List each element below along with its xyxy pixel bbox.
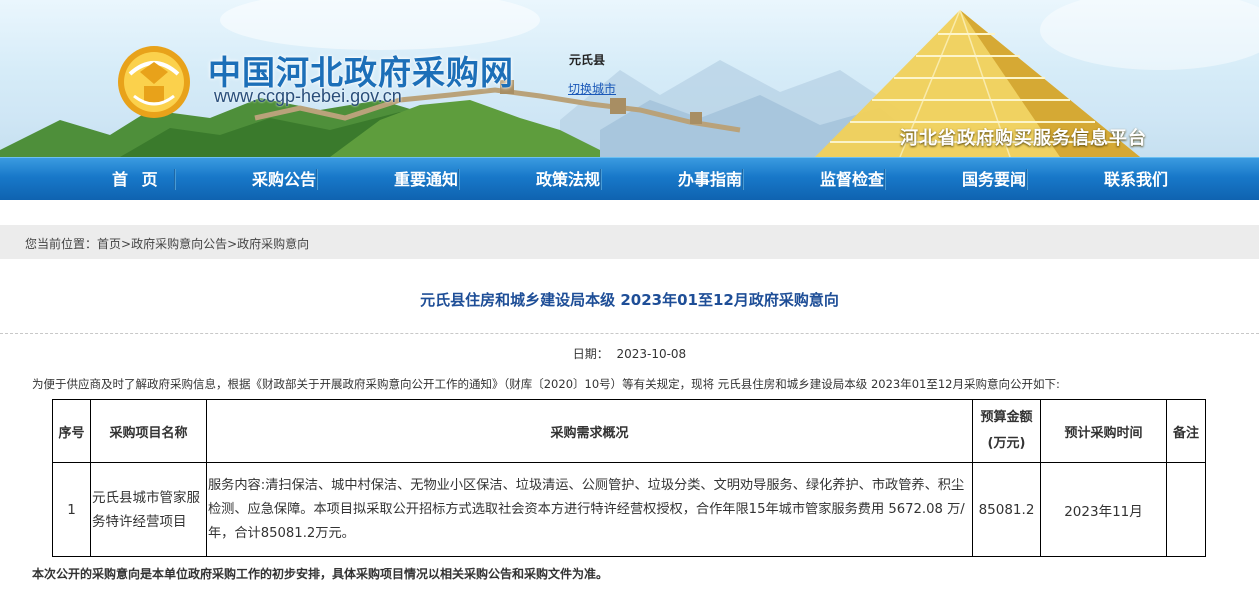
amount-header-line2: (万元) (987, 436, 1026, 451)
nav-item-label: 采购公告 (252, 170, 317, 189)
date-label: 日期： (572, 347, 609, 361)
site-url: www.ccgp-hebei.gov.cn (214, 86, 402, 106)
nav-item-label: 国务要闻 (962, 170, 1027, 189)
amount-header-line1: 预算金额 (980, 410, 1033, 425)
col-header-time: 预计采购时间 (1040, 399, 1167, 463)
nav-item-contact[interactable]: 联系我们 (1098, 158, 1240, 201)
cell-time: 2023年11月 (1040, 462, 1167, 557)
cell-amount: 85081.2 (972, 462, 1041, 557)
procurement-table: 序号 采购项目名称 采购需求概况 预算金额 (万元) 预计采购时间 备注 1 元氏… (52, 399, 1206, 557)
nav-item-label: 监督检查 (820, 170, 885, 189)
nav-divider (174, 169, 176, 190)
breadcrumb: 您当前位置：首页>政府采购意向公告>政府采购意向 (0, 225, 1259, 259)
cell-desc: 服务内容:清扫保洁、城中村保洁、无物业小区保洁、垃圾清运、公厕管护、垃圾分类、文… (206, 462, 973, 557)
article-footnote: 本次公开的采购意向是本单位政府采购工作的初步安排，具体采购项目情况以相关采购公告… (32, 567, 609, 581)
table-header-row: 序号 采购项目名称 采购需求概况 预算金额 (万元) 预计采购时间 备注 (52, 399, 1206, 463)
breadcrumb-level2-link[interactable]: 政府采购意向 (237, 237, 309, 251)
breadcrumb-home-link[interactable]: 首页 (97, 237, 121, 251)
table-row: 1 元氏县城市管家服务特许经营项目 服务内容:清扫保洁、城中村保洁、无物业小区保… (52, 462, 1206, 557)
platform-name: 河北省政府购买服务信息平台 (900, 128, 1147, 149)
breadcrumb-level1-link[interactable]: 政府采购意向公告 (131, 237, 227, 251)
nav-divider (316, 169, 318, 190)
nav-divider (600, 169, 602, 190)
nav-item-label: 政策法规 (536, 170, 601, 189)
cell-note (1166, 462, 1206, 557)
col-header-name: 采购项目名称 (90, 399, 207, 463)
nav-item-label: 联系我们 (1104, 170, 1169, 189)
cell-num: 1 (52, 462, 91, 557)
nav-item-label: 重要通知 (394, 170, 459, 189)
nav-divider (742, 169, 744, 190)
breadcrumb-prefix: 您当前位置： (25, 237, 98, 251)
article-date: 日期： 2023-10-08 (0, 345, 1259, 362)
col-header-num: 序号 (52, 399, 91, 463)
switch-city-link[interactable]: 切换城市 (568, 80, 616, 97)
breadcrumb-separator: > (227, 237, 238, 251)
main-nav: 首 页 采购公告 重要通知 政策法规 办事指南 监督检查 国务要闻 联系我们 (0, 157, 1259, 200)
article-title: 元氏县住房和城乡建设局本级 2023年01至12月政府采购意向 (420, 291, 839, 309)
nav-divider (884, 169, 886, 190)
nav-item-label: 办事指南 (678, 170, 743, 189)
col-header-desc: 采购需求概况 (206, 399, 973, 463)
date-value: 2023-10-08 (616, 347, 687, 361)
cell-name: 元氏县城市管家服务特许经营项目 (90, 462, 207, 557)
title-divider (0, 333, 1259, 334)
emblem-logo-icon (116, 44, 192, 120)
breadcrumb-separator: > (121, 237, 132, 251)
nav-divider (458, 169, 460, 190)
col-header-amount: 预算金额 (万元) (972, 399, 1041, 463)
article-intro: 为便于供应商及时了解政府采购信息，根据《财政部关于开展政府采购意向公开工作的通知… (32, 377, 1060, 391)
county-label: 元氏县 (569, 53, 606, 67)
nav-item-label: 首 页 (112, 170, 162, 189)
header-banner: 中国河北政府采购网 www.ccgp-hebei.gov.cn 元氏县 切换城市… (0, 0, 1259, 157)
nav-divider (1026, 169, 1028, 190)
col-header-note: 备注 (1166, 399, 1206, 463)
